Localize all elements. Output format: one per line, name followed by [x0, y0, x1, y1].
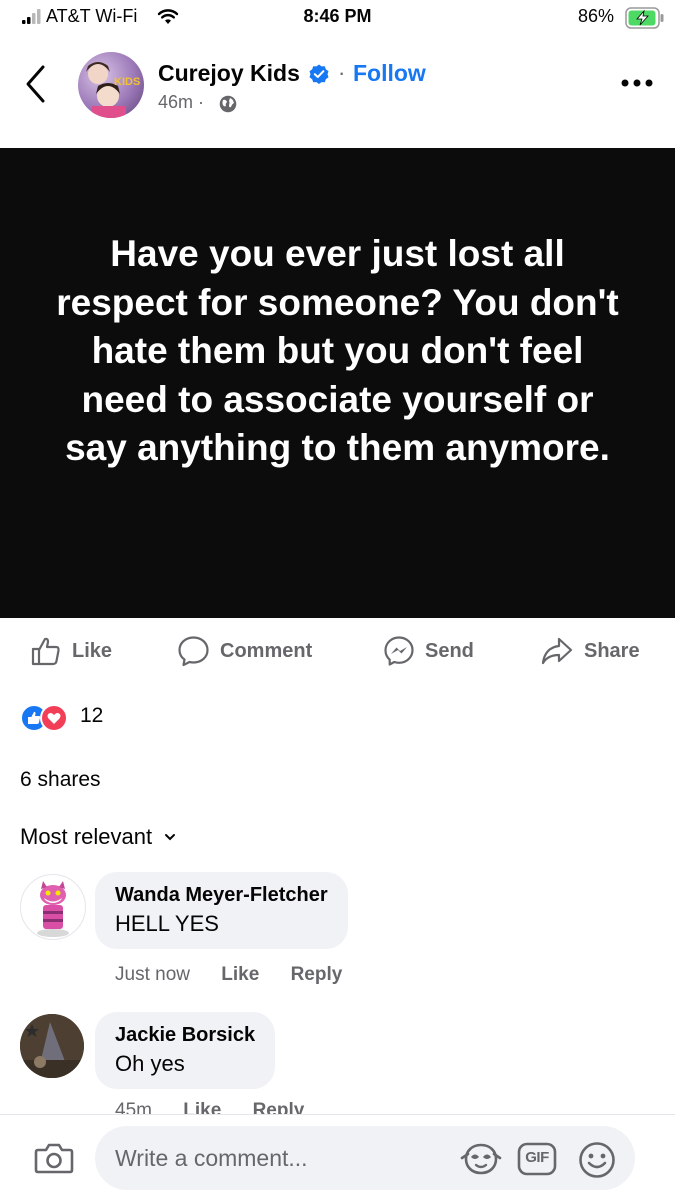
- battery-percent: 86%: [578, 6, 615, 26]
- comment-reply-button[interactable]: Reply: [291, 964, 343, 985]
- follow-button[interactable]: Follow: [353, 60, 426, 87]
- commenter-avatar[interactable]: [20, 874, 86, 940]
- back-chevron-icon[interactable]: [22, 63, 52, 105]
- comment-bubble[interactable]: Jackie Borsick Oh yes: [95, 1012, 276, 1089]
- camera-icon[interactable]: [34, 1141, 74, 1175]
- comment-composer: GIF: [0, 1114, 675, 1201]
- verified-badge-icon: [309, 64, 329, 84]
- comment-author[interactable]: Jackie Borsick: [115, 1024, 255, 1047]
- battery-charging-icon: [625, 7, 664, 29]
- like-label: Like: [72, 639, 113, 662]
- share-button[interactable]: Share: [540, 634, 640, 668]
- chevron-down-icon: [165, 834, 176, 841]
- comment-text: HELL YES: [115, 911, 219, 936]
- comment-label: Comment: [220, 639, 313, 662]
- comment-time: Just now: [115, 964, 190, 985]
- comment-sort-dropdown[interactable]: Most relevant: [20, 824, 176, 850]
- cheshire-cat-avatar-image: [37, 881, 69, 937]
- thumbs-up-icon: [31, 637, 60, 666]
- post-image[interactable]: Have you ever just lost all respect for …: [0, 148, 675, 618]
- reaction-count: 12: [80, 704, 104, 727]
- avatar-sticker-icon[interactable]: [460, 1142, 502, 1176]
- post-timestamp[interactable]: 46m ·: [158, 92, 204, 113]
- share-label: Share: [584, 639, 640, 662]
- post-header: KIDS Curejoy Kids · Follow 46m ·: [0, 40, 675, 140]
- page-avatar-text: KIDS: [114, 76, 141, 88]
- like-button[interactable]: Like: [30, 634, 112, 668]
- post-quote-text: Have you ever just lost all respect for …: [56, 233, 619, 468]
- comment-author[interactable]: Wanda Meyer-Fletcher: [115, 884, 328, 907]
- header-separator: ·: [338, 60, 346, 85]
- emoji-icon[interactable]: [578, 1141, 616, 1179]
- messenger-icon: [384, 636, 414, 666]
- commenter-photo: [20, 1014, 84, 1078]
- commenter-avatar[interactable]: [20, 1014, 84, 1078]
- status-bar: AT&T Wi-Fi 8:46 PM 86%: [0, 0, 675, 36]
- post-action-bar: Like Comment Send Share: [0, 628, 675, 674]
- love-reaction-icon: [40, 704, 68, 732]
- clock: 8:46 PM: [303, 6, 372, 26]
- gif-label: GIF: [525, 1149, 549, 1166]
- more-options-icon[interactable]: [620, 78, 654, 88]
- send-button[interactable]: Send: [383, 634, 474, 668]
- comment-meta: Just now Like Reply: [115, 964, 368, 986]
- comment-bubble[interactable]: Wanda Meyer-Fletcher HELL YES: [95, 872, 348, 949]
- share-arrow-icon: [541, 637, 573, 665]
- page-avatar[interactable]: KIDS: [78, 52, 144, 118]
- page-name[interactable]: Curejoy Kids: [158, 60, 300, 87]
- comment-text: Oh yes: [115, 1051, 185, 1076]
- gif-button[interactable]: GIF: [517, 1142, 557, 1176]
- shares-count[interactable]: 6 shares: [20, 768, 101, 792]
- comment-like-button[interactable]: Like: [221, 964, 259, 985]
- sort-label: Most relevant: [20, 824, 153, 849]
- comment-button[interactable]: Comment: [177, 634, 312, 668]
- globe-icon: [219, 95, 237, 113]
- comment-bubble-icon: [178, 636, 209, 667]
- send-label: Send: [425, 639, 474, 662]
